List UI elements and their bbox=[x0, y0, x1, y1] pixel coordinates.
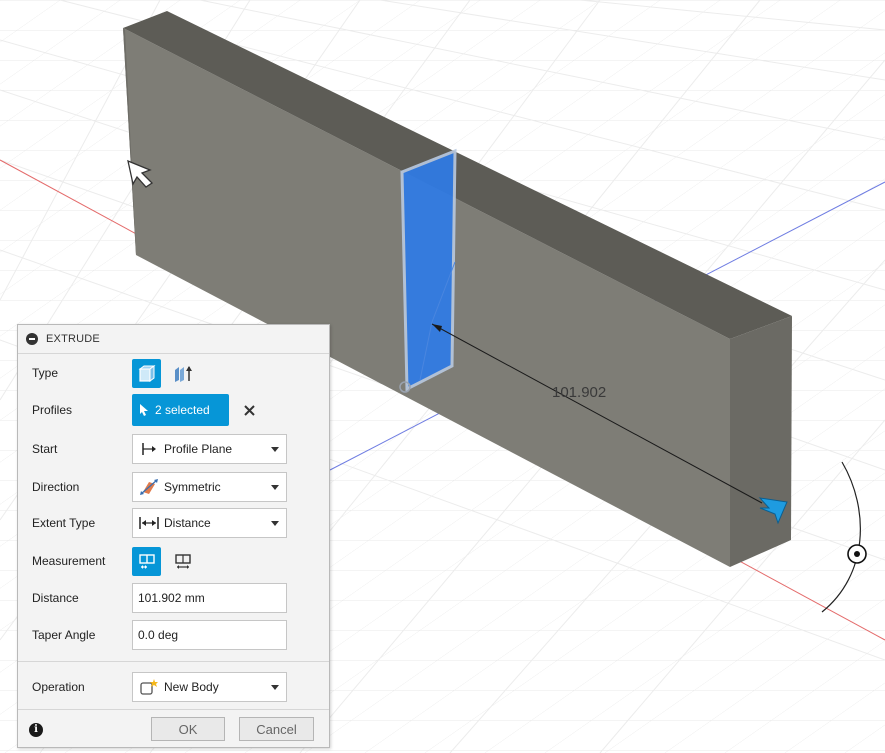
direction-label: Direction bbox=[32, 480, 80, 494]
dialog-footer: i OK Cancel bbox=[18, 709, 329, 748]
type-row: Type bbox=[18, 356, 329, 390]
start-value: Profile Plane bbox=[164, 442, 233, 456]
distance-label: Distance bbox=[32, 591, 79, 605]
operation-row: Operation New Body bbox=[18, 670, 329, 704]
profiles-value: 2 selected bbox=[155, 403, 210, 417]
start-label: Start bbox=[32, 442, 58, 456]
symmetric-icon bbox=[139, 478, 159, 496]
divider bbox=[18, 661, 329, 662]
taper-angle-label: Taper Angle bbox=[32, 628, 96, 642]
body-end-face bbox=[730, 316, 792, 567]
whole-length-button[interactable] bbox=[168, 547, 197, 576]
distance-row: Distance bbox=[18, 581, 329, 615]
chevron-down-icon bbox=[271, 521, 279, 526]
profiles-select-button[interactable]: 2 selected bbox=[132, 394, 229, 426]
extent-type-dropdown[interactable]: Distance bbox=[132, 508, 287, 538]
start-row: Start Profile Plane bbox=[18, 432, 329, 466]
extent-type-row: Extent Type Distance bbox=[18, 506, 329, 540]
collapse-icon[interactable] bbox=[26, 333, 38, 345]
extrude-dialog: EXTRUDE Type Profiles 2 selected Start P… bbox=[17, 324, 330, 748]
clear-selection-button[interactable] bbox=[240, 401, 258, 419]
half-length-icon bbox=[138, 553, 155, 569]
distance-input[interactable] bbox=[132, 583, 287, 613]
dialog-title: EXTRUDE bbox=[46, 333, 100, 345]
cancel-button[interactable]: Cancel bbox=[239, 717, 314, 741]
dialog-header: EXTRUDE bbox=[18, 325, 329, 354]
thin-extrude-icon bbox=[174, 365, 192, 382]
cursor-arrow-icon bbox=[140, 404, 148, 416]
direction-value: Symmetric bbox=[164, 480, 221, 494]
extent-type-label: Extent Type bbox=[32, 516, 96, 530]
solid-extrude-icon bbox=[138, 364, 155, 382]
profile-plane-icon bbox=[139, 440, 159, 458]
direction-dropdown[interactable]: Symmetric bbox=[132, 472, 287, 502]
extent-type-value: Distance bbox=[164, 516, 211, 530]
measurement-label: Measurement bbox=[32, 554, 106, 568]
half-length-button[interactable] bbox=[132, 547, 161, 576]
info-icon[interactable]: i bbox=[29, 723, 43, 737]
operation-value: New Body bbox=[164, 680, 219, 694]
chevron-down-icon bbox=[271, 685, 279, 690]
measurement-row: Measurement bbox=[18, 544, 329, 578]
type-label: Type bbox=[32, 366, 59, 380]
operation-dropdown[interactable]: New Body bbox=[132, 672, 287, 702]
profiles-row: Profiles 2 selected bbox=[18, 393, 329, 427]
solid-extrude-button[interactable] bbox=[132, 359, 161, 388]
ok-button[interactable]: OK bbox=[151, 717, 225, 741]
dimension-value-label: 101.902 bbox=[552, 384, 607, 401]
chevron-down-icon bbox=[271, 485, 279, 490]
whole-length-icon bbox=[174, 553, 191, 569]
chevron-down-icon bbox=[271, 447, 279, 452]
selected-profile[interactable] bbox=[400, 148, 457, 392]
close-icon bbox=[243, 404, 255, 416]
distance-icon bbox=[139, 514, 159, 532]
new-body-icon bbox=[139, 678, 159, 696]
taper-angle-row: Taper Angle bbox=[18, 618, 329, 652]
direction-row: Direction Symmetric bbox=[18, 470, 329, 504]
profiles-label: Profiles bbox=[32, 403, 73, 417]
start-dropdown[interactable]: Profile Plane bbox=[132, 434, 287, 464]
operation-label: Operation bbox=[32, 680, 85, 694]
thin-extrude-button[interactable] bbox=[168, 359, 197, 388]
taper-angle-input[interactable] bbox=[132, 620, 287, 650]
